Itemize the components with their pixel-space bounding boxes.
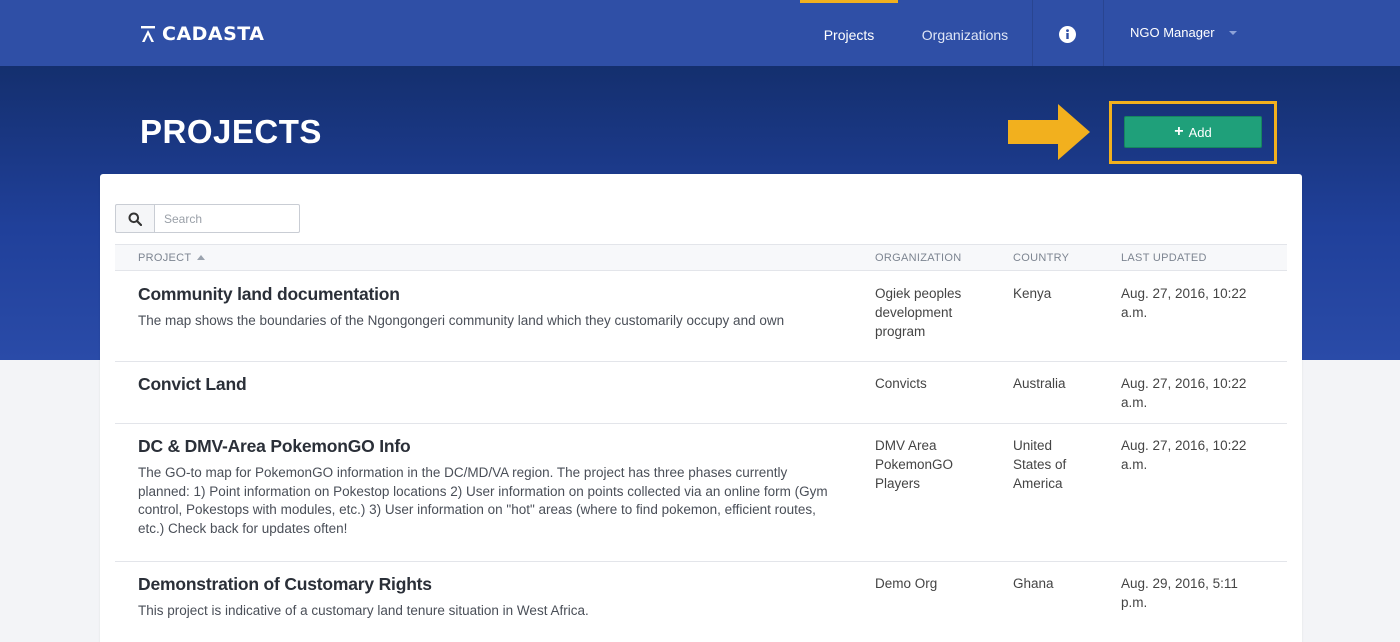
chevron-down-icon	[1228, 31, 1237, 35]
nav-divider	[1032, 0, 1033, 66]
project-cell: Community land documentation The map sho…	[138, 283, 828, 331]
nav-organizations[interactable]: Organizations	[906, 0, 1024, 66]
table-row[interactable]: Convict Land Convicts Australia Aug. 27,…	[115, 362, 1287, 424]
last-updated-cell: Aug. 27, 2016, 10:22 a.m.	[1121, 376, 1247, 410]
nav-projects[interactable]: Projects	[800, 0, 898, 66]
country-cell: Australia	[1013, 376, 1066, 391]
column-header-country[interactable]: COUNTRY	[1013, 252, 1069, 264]
project-description: This project is indicative of a customar…	[138, 603, 589, 618]
organization-cell: Demo Org	[875, 576, 938, 591]
sort-ascending-icon	[197, 255, 206, 260]
table-row[interactable]: DC & DMV-Area PokemonGO Info The GO-to m…	[115, 424, 1287, 562]
plus-icon: +	[1174, 123, 1184, 140]
search-input[interactable]	[154, 204, 300, 233]
user-name: NGO Manager	[1130, 25, 1215, 40]
project-name-link[interactable]: Community land documentation	[138, 283, 828, 305]
organization-cell: Convicts	[875, 376, 927, 391]
search-button[interactable]	[115, 204, 154, 233]
arrow-right-icon	[1008, 104, 1090, 160]
country-cell: United States of America	[1013, 438, 1067, 491]
table-row[interactable]: Demonstration of Customary Rights This p…	[115, 562, 1287, 642]
search-box	[115, 204, 300, 233]
add-button-label: Add	[1188, 124, 1212, 140]
project-description: The map shows the boundaries of the Ngon…	[138, 313, 785, 328]
brand-name: CADASTA	[162, 23, 265, 45]
project-cell: Convict Land	[138, 373, 828, 395]
table-row[interactable]: Community land documentation The map sho…	[115, 271, 1287, 362]
add-project-button[interactable]: + Add	[1124, 116, 1262, 148]
column-header-organization[interactable]: ORGANIZATION	[875, 252, 962, 264]
organization-cell: Ogiek peoples development program	[875, 286, 962, 339]
project-name-link[interactable]: Convict Land	[138, 373, 828, 395]
country-cell: Kenya	[1013, 286, 1052, 301]
organization-cell: DMV Area PokemonGO Players	[875, 438, 954, 491]
project-name-link[interactable]: DC & DMV-Area PokemonGO Info	[138, 435, 828, 457]
last-updated-cell: Aug. 27, 2016, 10:22 a.m.	[1121, 438, 1247, 472]
table-header: PROJECT ORGANIZATION COUNTRY LAST UPDATE…	[115, 244, 1287, 271]
column-header-project[interactable]: PROJECT	[138, 252, 206, 264]
column-header-last-updated[interactable]: LAST UPDATED	[1121, 252, 1207, 264]
last-updated-cell: Aug. 27, 2016, 10:22 a.m.	[1121, 286, 1247, 320]
project-description: The GO-to map for PokemonGO information …	[138, 465, 828, 536]
project-cell: DC & DMV-Area PokemonGO Info The GO-to m…	[138, 435, 828, 538]
search-icon	[128, 212, 142, 226]
info-circle-icon[interactable]	[1059, 26, 1076, 43]
page-title: PROJECTS	[140, 113, 322, 150]
projects-panel: PROJECT ORGANIZATION COUNTRY LAST UPDATE…	[100, 174, 1302, 642]
project-cell: Demonstration of Customary Rights This p…	[138, 573, 828, 621]
cadasta-logo[interactable]: CADASTA	[140, 22, 265, 46]
cadasta-logo-icon	[141, 26, 155, 42]
project-name-link[interactable]: Demonstration of Customary Rights	[138, 573, 828, 595]
last-updated-cell: Aug. 29, 2016, 5:11 p.m.	[1121, 576, 1238, 610]
nav-divider	[1103, 0, 1104, 66]
country-cell: Ghana	[1013, 576, 1054, 591]
top-navbar: CADASTA Projects Organizations NGO Manag…	[0, 0, 1400, 66]
user-menu[interactable]: NGO Manager	[1130, 0, 1237, 66]
column-label: PROJECT	[138, 252, 192, 264]
